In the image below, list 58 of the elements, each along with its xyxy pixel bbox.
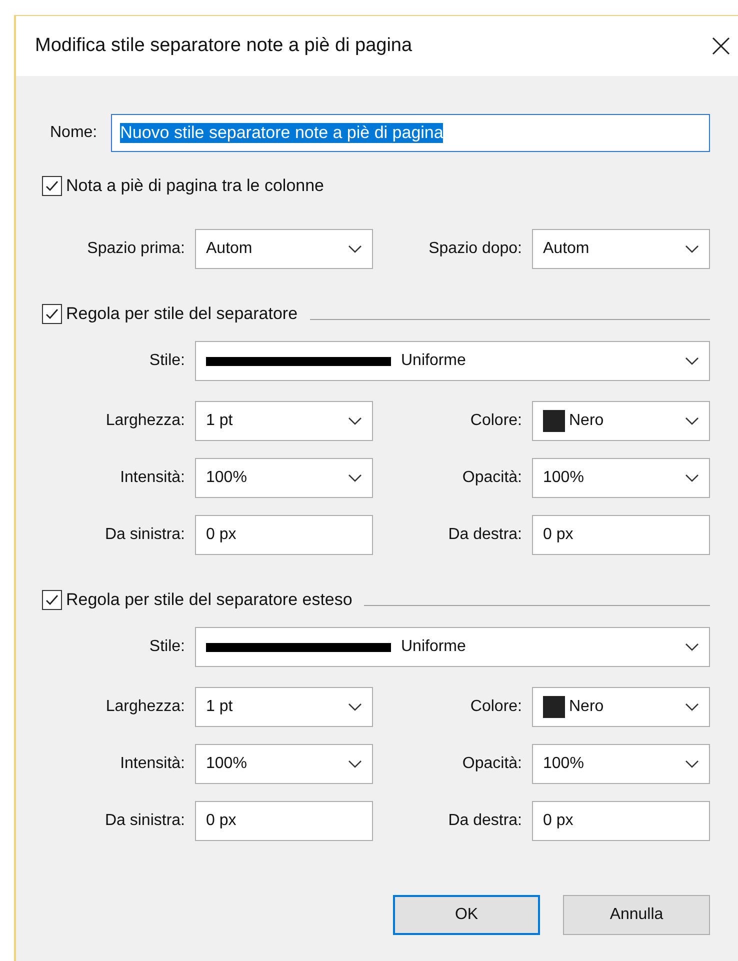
color-dropdown[interactable]: Nero <box>532 401 710 441</box>
checkbox[interactable] <box>42 176 62 196</box>
checkbox[interactable] <box>42 304 62 324</box>
field-label: Nome: <box>50 124 98 142</box>
text-field[interactable]: 0 px <box>532 515 710 555</box>
chevron-down-icon <box>685 643 699 651</box>
dropdown[interactable]: 100% <box>195 744 373 784</box>
text-field[interactable]: 0 px <box>195 515 373 555</box>
line-style-dropdown[interactable]: Uniforme <box>195 627 710 667</box>
field-label: Spazio dopo: <box>428 240 522 258</box>
field-label: Stile: <box>148 352 185 370</box>
name-field[interactable]: Nuovo stile separatore note a piè di pagina <box>111 114 710 152</box>
dropdown[interactable]: 100% <box>195 458 373 498</box>
field-label: Larghezza: <box>104 698 185 716</box>
checkbox-label: Regola per stile del separatore <box>66 304 298 324</box>
dropdown[interactable]: 100% <box>532 458 710 498</box>
dialog-button[interactable]: Annulla <box>563 895 710 935</box>
color-dropdown[interactable]: Nero <box>532 687 710 727</box>
close-icon[interactable] <box>712 37 730 55</box>
line-sample-icon <box>206 356 391 366</box>
field-label: Intensità: <box>119 469 185 487</box>
checkbox-label: Regola per stile del separatore esteso <box>66 590 352 610</box>
checkbox[interactable] <box>42 590 62 610</box>
field-label: Spazio prima: <box>86 240 185 258</box>
dropdown[interactable]: 100% <box>532 744 710 784</box>
field-label: Opacità: <box>461 469 522 487</box>
field-label: Intensità: <box>119 755 185 773</box>
chevron-down-icon <box>685 703 699 711</box>
chevron-down-icon <box>685 245 699 253</box>
checkbox-label: Nota a piè di pagina tra le colonne <box>66 176 324 196</box>
field-label: Larghezza: <box>104 412 185 430</box>
chevron-down-icon <box>348 760 362 768</box>
dropdown[interactable]: 1 pt <box>195 401 373 441</box>
field-label: Da sinistra: <box>104 526 185 544</box>
chevron-down-icon <box>685 417 699 425</box>
line-sample-icon <box>206 642 391 652</box>
field-label: Colore: <box>469 412 522 430</box>
dropdown[interactable]: Autom <box>195 229 373 269</box>
chevron-down-icon <box>348 245 362 253</box>
dropdown[interactable]: 1 pt <box>195 687 373 727</box>
dropdown[interactable]: Autom <box>532 229 710 269</box>
field-label: Stile: <box>148 638 185 656</box>
field-label: Da destra: <box>447 526 522 544</box>
chevron-down-icon <box>685 474 699 482</box>
field-label: Colore: <box>469 698 522 716</box>
chevron-down-icon <box>348 703 362 711</box>
dialog-button[interactable]: OK <box>393 895 540 935</box>
chevron-down-icon <box>348 417 362 425</box>
window-title: Modifica stile separatore note a piè di pagina <box>35 35 412 57</box>
text-field[interactable]: 0 px <box>195 801 373 841</box>
chevron-down-icon <box>685 760 699 768</box>
chevron-down-icon <box>685 357 699 365</box>
text-field[interactable]: 0 px <box>532 801 710 841</box>
line-style-dropdown[interactable]: Uniforme <box>195 341 710 381</box>
field-label: Da sinistra: <box>104 812 185 830</box>
field-label: Opacità: <box>461 755 522 773</box>
field-label: Da destra: <box>447 812 522 830</box>
chevron-down-icon <box>348 474 362 482</box>
